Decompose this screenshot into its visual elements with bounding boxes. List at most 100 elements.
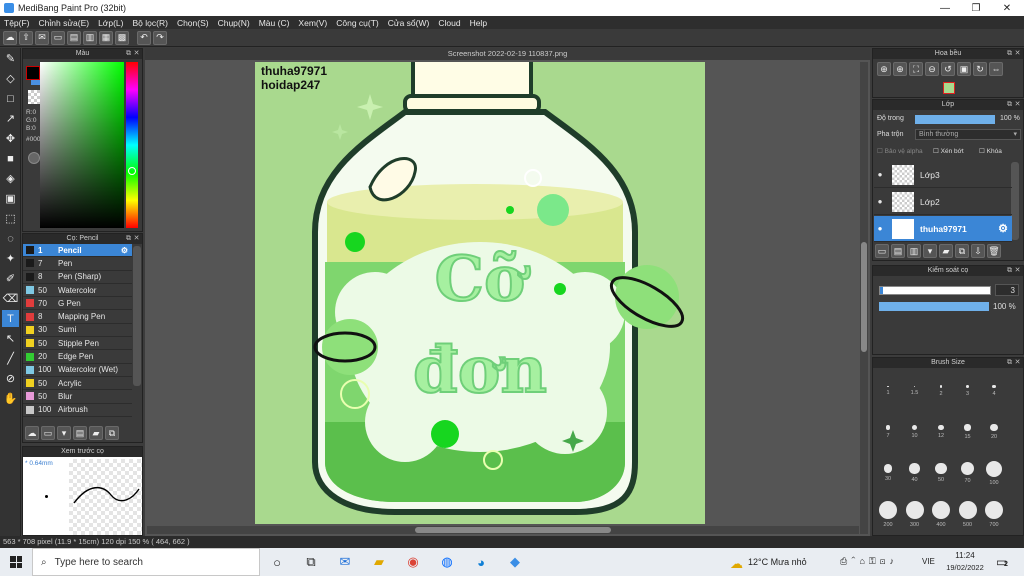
select-eraser-icon[interactable]: ⌫ [2,290,19,307]
layer-folder-icon[interactable]: ▰ [939,244,953,258]
navigator-thumbnail[interactable] [943,82,955,94]
select-tool-icon[interactable]: ⬚ [2,210,19,227]
pages-icon[interactable]: ▥ [83,30,97,45]
panel-detach-icon[interactable]: ⧉ [125,50,132,57]
brush-size-option[interactable]: 700 [982,495,1006,533]
shape-tool-icon[interactable]: ■ [2,150,19,167]
panel-close-icon[interactable]: ✕ [1014,101,1021,108]
move-tool-icon[interactable]: ✥ [2,130,19,147]
task-view-icon[interactable]: ⧉ [300,551,322,573]
menu-cloud[interactable]: Cloud [438,18,460,28]
flip-icon[interactable]: ⇔ [989,62,1003,76]
delete-layer-icon[interactable]: 🗑 [987,244,1001,258]
brush-item-selected[interactable]: 1 Pencil ⚙ [23,244,132,258]
fill-tool-icon[interactable]: ◈ [2,170,19,187]
brush-opacity-slider[interactable] [879,302,989,311]
brush-size-option[interactable]: 1 [876,372,900,410]
file-explorer-icon[interactable]: ▰ [368,551,390,573]
opacity-slider[interactable] [915,115,995,124]
brush-duplicate-icon[interactable]: ⧉ [105,426,119,440]
gradient-tool-icon[interactable]: ▣ [2,190,19,207]
rotate-right-icon[interactable]: ↻ [973,62,987,76]
vertical-scroll-thumb[interactable] [861,242,867,352]
brush-item[interactable]: 50 Acrylic [23,377,132,391]
color-wheel-icon[interactable] [28,152,40,164]
weather-text[interactable]: 12°C Mưa nhỏ [748,557,807,567]
menu-edit[interactable]: Chỉnh sửa(E) [39,18,90,28]
zoom-out-icon[interactable]: ⊖ [925,62,939,76]
chrome-icon[interactable]: ◉ [402,551,424,573]
panel-detach-icon[interactable]: ⧉ [1006,267,1013,274]
windows-start-icon[interactable] [10,556,22,568]
panel-close-icon[interactable]: ✕ [1014,50,1021,57]
brush-item[interactable]: 50 Watercolor [23,284,132,298]
brush-item[interactable]: 30 Sumi [23,324,132,338]
brush-size-option[interactable]: 30 [876,454,900,492]
layer-row[interactable]: ● Lớp3 [874,162,1012,188]
undo-icon[interactable]: ↶ [137,30,151,45]
menu-color[interactable]: Màu (C) [259,18,290,28]
brush-size-option[interactable]: 3 [956,372,980,410]
hue-handle[interactable] [128,167,136,175]
zoom-in-icon[interactable]: ⊕ [877,62,891,76]
protect-alpha-checkbox[interactable]: ☐ Bảo vệ alpha [877,147,923,156]
layer-visibility-icon[interactable]: ● [874,170,886,179]
add-layer-menu-icon[interactable]: ▾ [923,244,937,258]
brush-item[interactable]: 70 G Pen [23,297,132,311]
edge-icon[interactable]: ◕ [470,551,492,573]
upload-icon[interactable]: ⇧ [19,30,33,45]
canvas-vertical-scrollbar[interactable] [860,62,868,534]
panel-detach-icon[interactable]: ⧉ [125,235,132,242]
panel-detach-icon[interactable]: ⧉ [1006,50,1013,57]
saturation-value-picker[interactable] [40,62,124,228]
clock-date[interactable]: 19/02/2022 [942,563,988,572]
brush-tool-icon[interactable]: ✎ [2,50,19,67]
menu-filter[interactable]: Bộ lọc(R) [133,18,168,28]
brush-size-option[interactable]: 50 [929,454,953,492]
brush-item[interactable]: 50 Blur [23,390,132,404]
artwork-canvas[interactable]: Cỡ đơn thuha97971 hoidap247 [255,62,705,524]
new-layer-icon[interactable]: ▭ [875,244,889,258]
layer-settings-gear-icon[interactable]: ⚙ [998,222,1008,235]
maximize-button[interactable]: ❐ [961,0,991,16]
select-pen-icon[interactable]: ✐ [2,270,19,287]
rectangle-tool-icon[interactable]: □ [2,90,19,107]
chat-icon[interactable]: ▭ [51,30,65,45]
menu-view[interactable]: Xem(V) [298,18,327,28]
brush-size-option[interactable]: 100 [982,454,1006,492]
brush-size-option[interactable]: 7 [876,413,900,451]
cloud-brush-icon[interactable]: ☁ [25,426,39,440]
clipping-checkbox[interactable]: ☐ Xén bớt [933,147,964,155]
brush-settings-gear-icon[interactable]: ⚙ [121,246,128,255]
grid-icon[interactable]: ▦ [99,30,113,45]
rotate-left-icon[interactable]: ↺ [941,62,955,76]
brush-item[interactable]: 100 Airbrush [23,404,132,417]
brush-folder-icon[interactable]: ▰ [89,426,103,440]
brush-list-scrollbar[interactable] [133,246,141,386]
comment-icon[interactable]: ✉ [35,30,49,45]
hand-tool-icon[interactable]: ✋ [2,390,19,407]
lasso-tool-icon[interactable]: ◌ [2,230,19,247]
brush-size-option[interactable]: 500 [956,495,980,533]
brush-item[interactable]: 8 Pen (Sharp) [23,271,132,284]
menu-layer[interactable]: Lớp(L) [98,18,123,28]
menu-file[interactable]: Tệp(F) [4,18,30,28]
canvas-horizontal-scrollbar[interactable] [147,526,859,534]
clock-time[interactable]: 11:24 [950,551,980,560]
mail-icon[interactable]: ✉ [334,551,356,573]
brush-size-option[interactable]: 20 [982,413,1006,451]
merge-layer-icon[interactable]: ⇩ [971,244,985,258]
medibang-taskbar-icon[interactable]: ◆ [504,551,526,573]
brush-item[interactable]: 8 Mapping Pen [23,310,132,324]
layer-list-scrollbar[interactable] [1011,162,1019,240]
menu-help[interactable]: Help [470,18,487,28]
operation-tool-icon[interactable]: ↖ [2,330,19,347]
panel-close-icon[interactable]: ✕ [1014,359,1021,366]
brush-size-option[interactable]: 400 [929,495,953,533]
brush-size-option[interactable]: 4 [982,372,1006,410]
new-8bit-layer-icon[interactable]: ▥ [907,244,921,258]
brush-size-option[interactable]: 15 [956,413,980,451]
duplicate-layer-icon[interactable]: ⧉ [955,244,969,258]
layout-icon[interactable]: ▩ [115,30,129,45]
brush-item[interactable]: 20 Edge Pen [23,350,132,364]
